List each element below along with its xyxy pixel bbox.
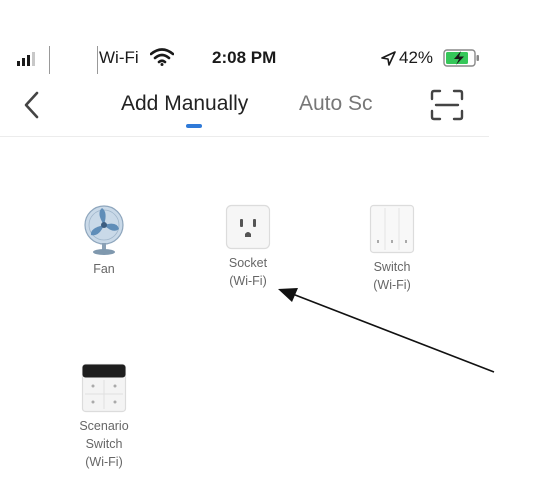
device-switch-wifi[interactable]: Switch (Wi-Fi) xyxy=(347,204,437,294)
status-divider xyxy=(97,46,98,74)
battery-percent: 42% xyxy=(399,48,434,67)
status-time: 2:08 PM xyxy=(212,48,277,67)
device-label: Socket (Wi-Fi) xyxy=(228,256,268,288)
carrier-name: Wi-Fi xyxy=(99,48,139,67)
device-scenario-switch-wifi[interactable]: Scenario Switch (Wi-Fi) xyxy=(59,363,149,471)
status-divider xyxy=(49,46,50,74)
battery-charging-icon xyxy=(443,49,479,67)
status-bar: Wi-Fi 2:08 PM 42% xyxy=(0,44,539,74)
device-label: Scenario Switch (Wi-Fi) xyxy=(79,419,129,469)
device-fan[interactable]: Fan xyxy=(59,204,149,278)
device-socket-wifi[interactable]: Socket (Wi-Fi) xyxy=(203,204,293,290)
location-icon xyxy=(381,51,396,66)
switch-icon xyxy=(369,204,415,254)
signal-icon xyxy=(17,52,35,66)
tab-add-manually[interactable]: Add Manually xyxy=(121,92,248,116)
active-tab-indicator xyxy=(186,124,202,128)
scan-icon[interactable] xyxy=(430,89,464,121)
socket-icon xyxy=(225,204,271,250)
tab-auto-scan[interactable]: Auto Sc xyxy=(299,92,373,116)
wifi-icon xyxy=(150,48,174,66)
device-label: Fan xyxy=(93,262,115,276)
scenario-switch-icon xyxy=(81,363,127,413)
back-icon[interactable] xyxy=(22,90,42,120)
device-label: Switch (Wi-Fi) xyxy=(373,260,411,292)
fan-icon xyxy=(84,205,124,255)
top-nav: Add Manually Auto Sc xyxy=(0,80,489,137)
